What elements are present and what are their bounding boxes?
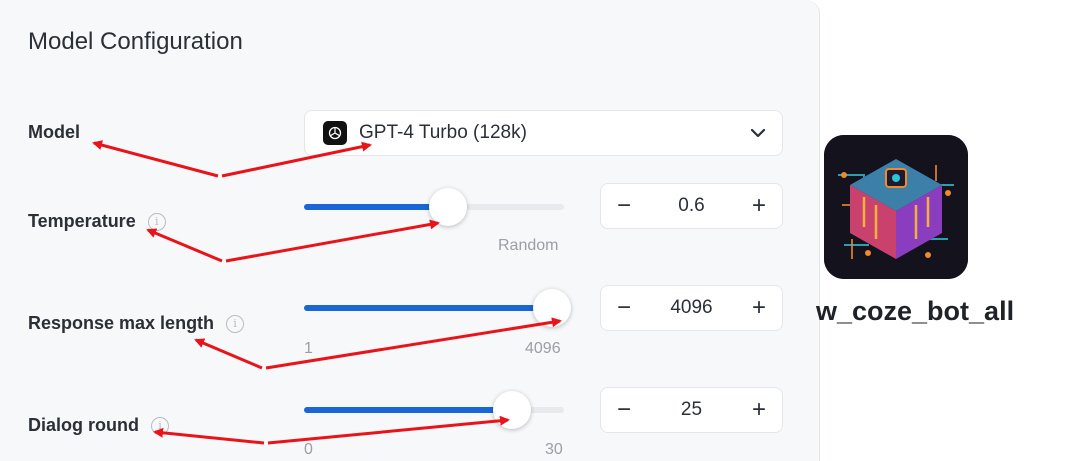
temperature-value[interactable]: 0.6	[635, 195, 748, 217]
info-icon[interactable]: i	[147, 212, 166, 231]
dialog-round-slider-fill	[304, 407, 520, 413]
response-max-length-stepper: − 4096 +	[600, 285, 783, 331]
model-label: Model	[28, 122, 80, 143]
temperature-label: Temperature i	[28, 211, 166, 232]
response-max-length-slider-thumb[interactable]	[533, 289, 571, 327]
dialog-round-min-label: 0	[304, 441, 313, 458]
info-icon[interactable]: i	[226, 314, 245, 333]
response-max-length-label-text: Response max length	[28, 313, 215, 333]
temperature-end-label: Random	[498, 237, 559, 254]
response-max-length-max-label: 4096	[525, 340, 561, 357]
dialog-round-stepper: − 25 +	[600, 387, 783, 433]
panel-title: Model Configuration	[28, 28, 243, 55]
response-max-length-slider-fill	[304, 305, 564, 311]
temperature-decrement-button[interactable]: −	[613, 194, 635, 218]
openai-logo-icon	[323, 121, 347, 145]
dialog-round-slider-thumb[interactable]	[492, 391, 531, 429]
bot-name: w_coze_bot_all	[816, 296, 1015, 326]
temperature-label-text: Temperature	[28, 211, 136, 231]
dialog-round-label: Dialog round i	[28, 415, 169, 436]
chevron-down-icon[interactable]	[748, 123, 768, 143]
dialog-round-slider[interactable]	[304, 391, 564, 429]
response-max-length-min-label: 1	[304, 340, 313, 357]
response-max-length-slider[interactable]	[304, 289, 571, 327]
response-max-length-label: Response max length i	[28, 313, 245, 334]
dialog-round-max-label: 30	[545, 441, 563, 458]
dialog-round-decrement-button[interactable]: −	[613, 398, 635, 422]
dialog-round-increment-button[interactable]: +	[748, 398, 770, 422]
temperature-increment-button[interactable]: +	[748, 194, 770, 218]
dialog-round-value[interactable]: 25	[635, 399, 748, 421]
temperature-slider-fill	[304, 204, 450, 210]
response-max-length-value[interactable]: 4096	[635, 297, 748, 319]
response-max-length-increment-button[interactable]: +	[748, 296, 770, 320]
model-selected-value: GPT-4 Turbo (128k)	[359, 122, 527, 143]
temperature-slider-thumb[interactable]	[429, 188, 468, 226]
info-icon[interactable]: i	[151, 416, 169, 435]
response-max-length-decrement-button[interactable]: −	[613, 296, 635, 320]
bot-avatar[interactable]	[824, 135, 968, 279]
model-configuration-panel: Model Configuration Model GPT-4 Turbo (1…	[0, 0, 820, 461]
model-label-text: Model	[28, 122, 80, 142]
model-select-dropdown[interactable]: GPT-4 Turbo (128k)	[304, 110, 783, 156]
temperature-slider[interactable]	[304, 188, 564, 226]
temperature-stepper: − 0.6 +	[600, 183, 783, 229]
dialog-round-label-text: Dialog round	[28, 415, 139, 435]
